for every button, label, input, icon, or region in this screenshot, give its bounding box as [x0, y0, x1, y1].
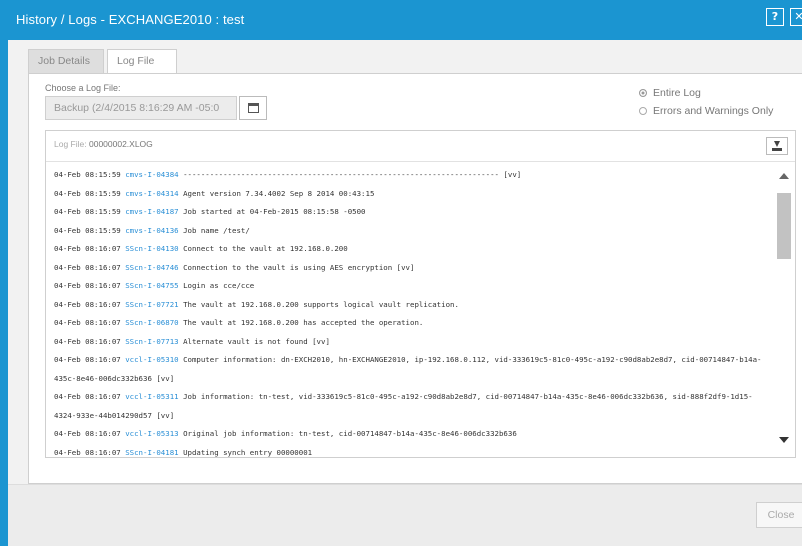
log-source-code: cmvs-I-04187: [125, 207, 179, 216]
log-message: Agent version 7.34.4002 Sep 8 2014 00:43…: [183, 188, 375, 198]
download-button[interactable]: [766, 137, 788, 155]
log-timestamp: 04-Feb 08:16:07: [54, 281, 121, 290]
scroll-up-arrow-icon[interactable]: [779, 173, 789, 179]
log-viewer: Log File: 00000002.XLOG 04-Feb 08:15:59 …: [45, 130, 796, 458]
log-timestamp: 04-Feb 08:16:07: [54, 299, 121, 309]
tab-log-file[interactable]: Log File: [107, 49, 177, 75]
log-timestamp: 04-Feb 08:16:07: [54, 447, 121, 457]
log-scrollbar[interactable]: [777, 167, 791, 453]
log-timestamp: 04-Feb 08:15:59: [54, 207, 121, 216]
log-source-code: cmvs-I-04384: [125, 170, 179, 179]
log-line: 04-Feb 08:16:07 SScn-I-06870 The vault a…: [54, 314, 764, 333]
radio-entire-log-label: Entire Log: [653, 87, 701, 99]
log-line: 04-Feb 08:16:07 vccl-I-05313 Original jo…: [54, 425, 764, 444]
log-message: ----------------------------------------…: [183, 170, 522, 179]
log-timestamp: 04-Feb 08:15:59: [54, 225, 121, 235]
log-line: 04-Feb 08:16:07 SScn-I-04130 Connect to …: [54, 240, 764, 259]
radio-entire-log[interactable]: Entire Log: [639, 87, 701, 99]
log-line: 04-Feb 08:16:07 vccl-I-05310 Computer in…: [54, 351, 764, 388]
divider: [46, 161, 795, 162]
log-source-code: SScn-I-07721: [125, 299, 179, 309]
log-file-caption: Log File:: [54, 139, 87, 149]
log-line: 04-Feb 08:16:07 vccl-I-05311 Job informa…: [54, 388, 764, 425]
log-message: Job started at 04-Feb-2015 08:15:58 -050…: [183, 207, 366, 216]
log-source-code: cmvs-I-04314: [125, 188, 179, 198]
log-source-code: SScn-I-04130: [125, 244, 179, 253]
log-message: Job name /test/: [183, 225, 250, 235]
log-timestamp: 04-Feb 08:16:07: [54, 318, 121, 327]
log-file-select[interactable]: Backup (2/4/2015 8:16:29 AM -05:0: [45, 96, 237, 120]
log-line: 04-Feb 08:16:07 SScn-I-07713 Alternate v…: [54, 333, 764, 352]
scroll-thumb[interactable]: [777, 193, 791, 259]
tab-job-details[interactable]: Job Details: [28, 49, 104, 73]
log-line: 04-Feb 08:15:59 cmvs-I-04136 Job name /t…: [54, 222, 764, 241]
log-timestamp: 04-Feb 08:16:07: [54, 336, 121, 346]
log-line: 04-Feb 08:16:07 SScn-I-04746 Connection …: [54, 259, 764, 278]
log-file-value: 00000002.XLOG: [88, 139, 153, 149]
log-line: 04-Feb 08:16:07 SScn-I-04755 Login as cc…: [54, 277, 764, 296]
title-bar: History / Logs - EXCHANGE2010 : test ? ✕: [0, 0, 802, 40]
dialog-title: History / Logs - EXCHANGE2010 : test: [16, 12, 245, 27]
calendar-button[interactable]: [239, 96, 267, 120]
log-source-code: vccl-I-05313: [125, 429, 179, 438]
close-window-button[interactable]: ✕: [790, 8, 802, 26]
log-timestamp: 04-Feb 08:15:59: [54, 188, 121, 198]
log-message: The vault at 192.168.0.200 has accepted …: [183, 318, 424, 327]
log-message: Updating synch entry 00000001: [183, 447, 313, 457]
log-source-code: vccl-I-05310: [125, 355, 179, 364]
log-message: Connect to the vault at 192.168.0.200: [183, 244, 348, 253]
dialog-content: Job Details Log File Choose a Log File: …: [18, 40, 802, 484]
log-timestamp: 04-Feb 08:16:07: [54, 262, 121, 272]
calendar-icon: [248, 103, 259, 113]
radio-errors-warnings[interactable]: Errors and Warnings Only: [639, 105, 773, 117]
radio-unselected-icon: [639, 107, 647, 115]
help-button[interactable]: ?: [766, 8, 784, 26]
log-source-code: SScn-I-04746: [125, 262, 179, 272]
log-line: 04-Feb 08:15:59 cmvs-I-04384 -----------…: [54, 166, 764, 185]
log-message: Alternate vault is not found [vv]: [183, 336, 330, 346]
log-file-panel: Choose a Log File: Backup (2/4/2015 8:16…: [28, 73, 802, 484]
log-timestamp: 04-Feb 08:16:07: [54, 392, 121, 401]
log-message: Login as cce/cce: [183, 281, 255, 290]
log-source-code: cmvs-I-04136: [125, 225, 179, 235]
log-timestamp: 04-Feb 08:15:59: [54, 170, 121, 179]
close-button[interactable]: Close: [756, 502, 802, 528]
scroll-down-arrow-icon[interactable]: [779, 437, 789, 443]
log-timestamp: 04-Feb 08:16:07: [54, 429, 121, 438]
log-file-name: Log File: 00000002.XLOG: [54, 139, 153, 149]
log-source-code: SScn-I-07713: [125, 336, 179, 346]
log-source-code: SScn-I-04755: [125, 281, 179, 290]
choose-log-label: Choose a Log File:: [45, 83, 121, 93]
log-timestamp: 04-Feb 08:16:07: [54, 355, 121, 364]
history-logs-dialog: History / Logs - EXCHANGE2010 : test ? ✕…: [0, 0, 802, 546]
log-timestamp: 04-Feb 08:16:07: [54, 244, 121, 253]
radio-selected-icon: [639, 89, 647, 97]
dialog-footer: Close: [8, 484, 802, 546]
log-source-code: vccl-I-05311: [125, 392, 179, 401]
log-lines: 04-Feb 08:15:59 cmvs-I-04384 -----------…: [54, 166, 764, 462]
log-source-code: SScn-I-04181: [125, 447, 179, 457]
log-message: Connection to the vault is using AES enc…: [183, 262, 415, 272]
log-line: 04-Feb 08:15:59 cmvs-I-04187 Job started…: [54, 203, 764, 222]
log-line: 04-Feb 08:16:07 SScn-I-07721 The vault a…: [54, 296, 764, 315]
log-line: 04-Feb 08:15:59 cmvs-I-04314 Agent versi…: [54, 185, 764, 204]
log-line: 04-Feb 08:16:07 SScn-I-04181 Updating sy…: [54, 444, 764, 463]
log-message: The vault at 192.168.0.200 supports logi…: [183, 299, 459, 309]
radio-errors-warnings-label: Errors and Warnings Only: [653, 105, 774, 117]
log-message: Original job information: tn-test, cid-0…: [183, 429, 517, 438]
log-source-code: SScn-I-06870: [125, 318, 179, 327]
